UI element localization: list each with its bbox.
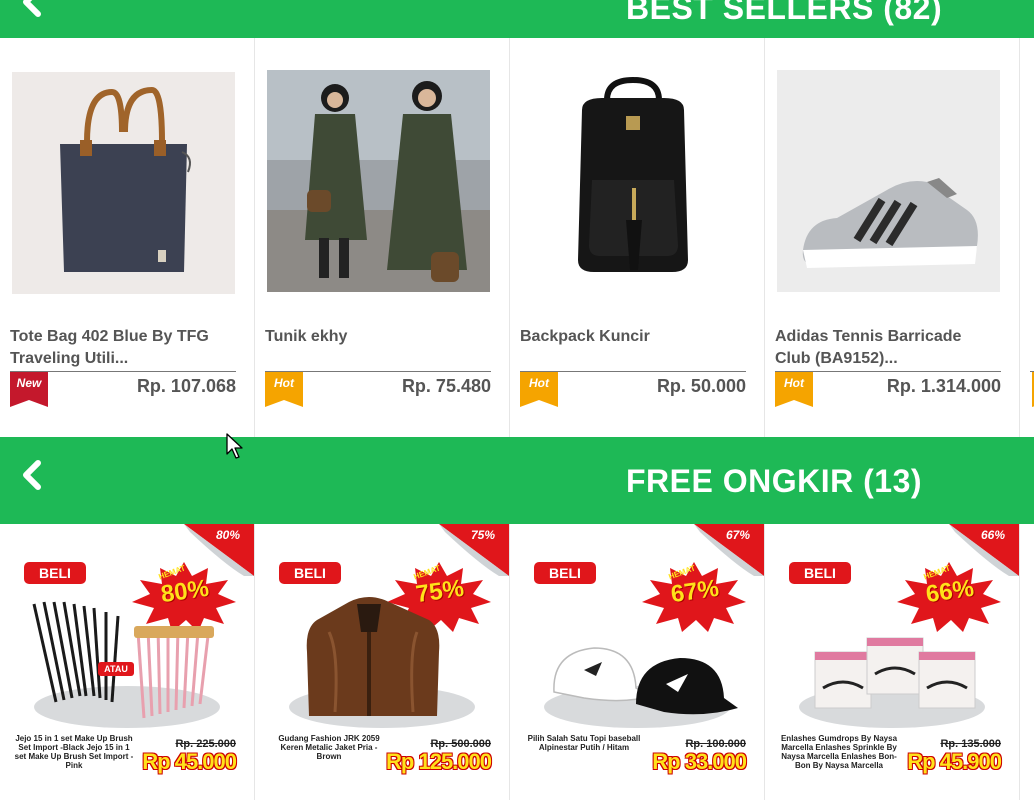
new-price: Rp 45.900 <box>907 749 1002 774</box>
product-description: Gudang Fashion JRK 2059 Keren Metalic Ja… <box>278 734 380 761</box>
discount-percent: 80% <box>215 528 240 542</box>
product-card[interactable]: Tote Bag 402 Blue By TFG Traveling Utili… <box>0 38 255 437</box>
free-ongkir-list: 80% BELI HEMAT 80% ATAU Jejo 15 in 1 set… <box>0 524 1034 800</box>
badge-label: Hot <box>529 376 549 390</box>
product-name[interactable]: Adidas Tennis Barricade Club (BA9152)... <box>775 326 1001 372</box>
section-title: FREE ONGKIR (13) <box>626 463 923 499</box>
badge-label: New <box>16 376 42 390</box>
product-image[interactable] <box>779 592 1005 722</box>
product-name[interactable]: Tote Bag 402 Blue By TFG Traveling Utili… <box>10 326 236 372</box>
product-card[interactable]: Backpack Kuncir Hot Rp. 50.000 <box>510 38 765 437</box>
product-image[interactable]: ATAU <box>14 592 240 722</box>
hot-badge: Hot <box>265 372 303 407</box>
product-price: Rp. 75.480 <box>401 376 491 396</box>
product-price: Rp. 107.068 <box>136 376 236 396</box>
best-sellers-header: BEST SELLERS (82) <box>0 0 1034 38</box>
beli-label: BELI <box>279 562 341 584</box>
new-price: Rp 45.000 <box>142 749 237 774</box>
product-image[interactable] <box>267 70 490 292</box>
discount-percent: 67% <box>725 528 750 542</box>
promo-card-partial[interactable] <box>1020 524 1034 800</box>
product-image[interactable] <box>524 592 750 722</box>
badge-label: Hot <box>784 376 804 390</box>
product-name[interactable]: Tunik ekhy <box>265 326 491 372</box>
product-image[interactable] <box>12 72 235 294</box>
discount-percent: 66% <box>980 528 1005 542</box>
new-price: Rp 125.000 <box>386 749 492 774</box>
product-card[interactable]: Tunik ekhy Hot Rp. 75.480 <box>255 38 510 437</box>
svg-text:ATAU: ATAU <box>104 664 128 674</box>
badge-label: Hot <box>274 376 294 390</box>
promo-card[interactable]: 80% BELI HEMAT 80% ATAU Jejo 15 in 1 set… <box>0 524 255 800</box>
promo-card[interactable]: 67% BELI HEMAT 67% Pilih Salah Satu Topi… <box>510 524 765 800</box>
product-card[interactable]: Adidas Tennis Barricade Club (BA9152)...… <box>765 38 1020 437</box>
beli-label: BELI <box>24 562 86 584</box>
product-name[interactable]: Backpack Kuncir <box>520 326 746 372</box>
page: BEST SELLERS (82) Tote Bag 402 Blue By T… <box>0 0 1034 800</box>
product-description: Pilih Salah Satu Topi baseball Alpinesta… <box>527 734 641 752</box>
product-image[interactable] <box>522 70 745 292</box>
best-sellers-list: Tote Bag 402 Blue By TFG Traveling Utili… <box>0 38 1034 437</box>
product-price: Rp. 1.314.000 <box>886 376 1001 396</box>
free-ongkir-header: FREE ONGKIR (13) <box>0 437 1034 524</box>
discount-percent: 75% <box>470 528 495 542</box>
beli-label: BELI <box>534 562 596 584</box>
product-image[interactable] <box>777 70 1000 292</box>
promo-card[interactable]: 66% BELI HEMAT 66% Enlashes Gumdrops By … <box>765 524 1020 800</box>
product-image[interactable] <box>269 592 495 722</box>
hot-badge: Hot <box>775 372 813 407</box>
product-description: Jejo 15 in 1 set Make Up Brush Set Impor… <box>14 734 134 770</box>
mouse-cursor-icon <box>226 433 243 459</box>
back-arrow-icon[interactable] <box>18 459 46 491</box>
new-badge: New <box>10 372 48 407</box>
promo-card[interactable]: 75% BELI HEMAT 75% Gudang Fashion JRK 20… <box>255 524 510 800</box>
back-arrow-icon[interactable] <box>18 0 46 18</box>
section-title: BEST SELLERS (82) <box>626 0 943 26</box>
product-description: Enlashes Gumdrops By Naysa Marcella Enla… <box>780 734 898 770</box>
hot-badge: Hot <box>520 372 558 407</box>
product-card-partial[interactable] <box>1020 38 1034 437</box>
beli-label: BELI <box>789 562 851 584</box>
product-price: Rp. 50.000 <box>656 376 746 396</box>
new-price: Rp 33.000 <box>652 749 747 774</box>
